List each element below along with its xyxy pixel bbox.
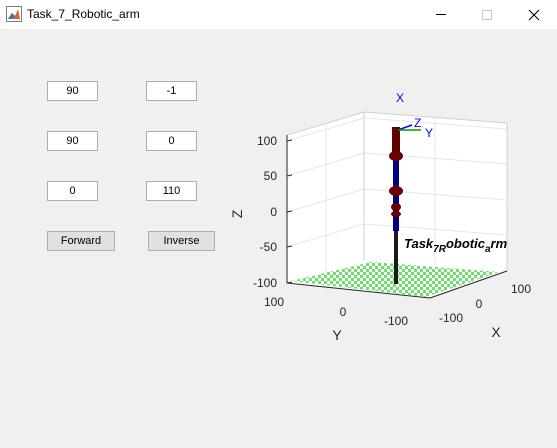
minimize-button[interactable]	[418, 0, 464, 29]
x-tick-label: 0	[476, 297, 483, 311]
robot-base-link	[394, 229, 398, 284]
window-title: Task_7_Robotic_arm	[27, 7, 140, 21]
title-bar: Task_7_Robotic_arm	[0, 0, 557, 29]
z-tick-label: -100	[253, 276, 277, 290]
robot-joint-1	[389, 151, 403, 161]
x-tick-label: -100	[439, 311, 463, 325]
robot-arm-3d-axes[interactable]: 100 50 0 -50 -100 Z 100 0 -100 Y -100 0 …	[0, 29, 557, 448]
matlab-figure-icon	[6, 6, 22, 22]
z-tick-label: -50	[260, 240, 278, 254]
minimize-icon	[436, 14, 446, 15]
y-tick-label: 0	[340, 305, 347, 319]
maximize-button[interactable]	[464, 0, 510, 29]
z-tick-label: 0	[270, 205, 277, 219]
x-tick-label: 100	[511, 282, 531, 296]
figure-client-area: 90 -1 90 0 0 110 Forward Inverse 100 50 …	[0, 29, 557, 448]
maximize-icon	[482, 9, 492, 20]
z-tick-label: 50	[264, 169, 278, 183]
frame-y-label: Y	[425, 126, 433, 140]
z-tick-label: 100	[257, 134, 277, 148]
x-axis-label: X	[491, 324, 501, 340]
close-icon	[528, 9, 540, 20]
robot-joint-2	[389, 186, 403, 196]
close-button[interactable]	[511, 0, 557, 29]
frame-z-label: Z	[414, 116, 421, 130]
y-axis-label: Y	[332, 327, 342, 343]
robot-link-1	[393, 157, 399, 191]
z-axis-label: Z	[229, 209, 245, 218]
robot-joint-4	[391, 211, 401, 217]
y-tick-labels: 100 0 -100	[264, 295, 408, 328]
y-tick-label: -100	[384, 314, 408, 328]
y-tick-label: 100	[264, 295, 284, 309]
z-tick-labels: 100 50 0 -50 -100	[253, 134, 277, 290]
frame-x-label: X	[396, 91, 404, 105]
robot-joint-3	[391, 203, 401, 211]
